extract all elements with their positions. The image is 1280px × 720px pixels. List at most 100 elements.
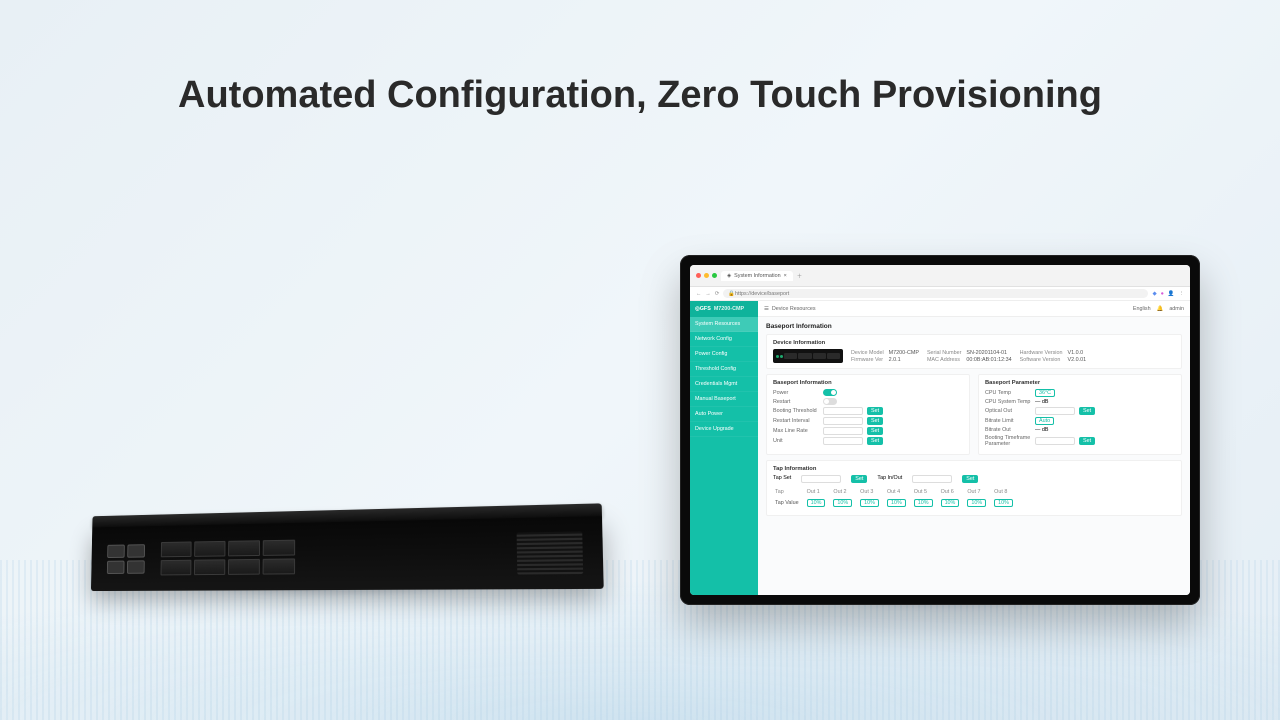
sidebar-item[interactable]: Device Upgrade (690, 422, 758, 437)
table-cell: 10% (887, 498, 912, 508)
panel-heading: Tap Information (773, 466, 1175, 472)
form-row: Max Line RateSet (773, 427, 963, 435)
user-menu[interactable]: admin (1169, 306, 1184, 312)
value-pill: Auto (1035, 417, 1054, 425)
sidebar-item[interactable]: Credentials Mgmt (690, 377, 758, 392)
form-row: Power (773, 389, 963, 396)
set-button[interactable]: Set (867, 437, 883, 445)
sidebar-item[interactable]: Power Config (690, 347, 758, 362)
tap-inout-button[interactable]: Set (962, 475, 978, 483)
tap-inout-label: Tap In/Out (877, 475, 902, 483)
sidebar-nav: ◎ GFS M7200-CMP System ResourcesNetwork … (690, 301, 758, 595)
table-cell: 10% (914, 498, 939, 508)
form-row: Bitrate Out— dB (985, 427, 1175, 433)
nav-reload-icon[interactable]: ⟳ (715, 291, 720, 297)
set-button[interactable]: Set (867, 427, 883, 435)
form-row: Unit Set (773, 437, 963, 445)
sidebar-item[interactable]: Threshold Config (690, 362, 758, 377)
minimize-icon[interactable] (704, 273, 709, 278)
nav-back-icon[interactable]: ← (696, 291, 701, 297)
breadcrumb-root[interactable]: Device Resources (772, 306, 816, 312)
set-button[interactable]: Set (1079, 437, 1095, 445)
set-button[interactable]: Set (867, 407, 883, 415)
text-input[interactable] (823, 427, 863, 435)
tap-value-pill: 10% (860, 499, 879, 507)
baseport-param-panel: Baseport Parameter CPU Temp36°CCPU Syste… (978, 374, 1182, 455)
form-row: Booting Threshold Set (773, 407, 963, 415)
profile-icon[interactable]: 👤 (1168, 291, 1175, 297)
tap-value-pill: 10% (807, 499, 826, 507)
field-label: Unit (773, 438, 819, 444)
form-row: Bitrate LimitAuto (985, 417, 1175, 425)
text-input[interactable] (823, 407, 863, 415)
tab-favicon-icon: ◈ (727, 273, 731, 279)
notification-bell-icon[interactable]: 🔔 (1157, 306, 1164, 312)
toggle-switch[interactable] (823, 398, 837, 405)
table-header: Out 5 (914, 488, 939, 496)
form-row: Optical OutSet (985, 407, 1175, 415)
device-info-heading: Device Information (773, 340, 1175, 346)
form-row: CPU Temp36°C (985, 389, 1175, 397)
brand-text: GFS (700, 306, 711, 312)
extension-icon[interactable]: ● (1161, 291, 1164, 297)
kv-label: Hardware Version (1020, 350, 1063, 356)
tab-close-icon[interactable]: × (784, 273, 787, 279)
tap-set-button[interactable]: Set (851, 475, 867, 483)
new-tab-icon[interactable]: ＋ (797, 272, 802, 280)
table-cell: 10% (994, 498, 1019, 508)
table-cell: 10% (941, 498, 966, 508)
browser-tabstrip: ◈ System Information × ＋ (690, 265, 1190, 287)
value-pill: 36°C (1035, 389, 1055, 397)
kv-value: 2.0.1 (889, 357, 919, 363)
tap-set-input[interactable] (801, 475, 841, 483)
table-cell: 10% (967, 498, 992, 508)
table-header: Out 6 (941, 488, 966, 496)
tap-inout-input[interactable] (912, 475, 952, 483)
close-icon[interactable] (696, 273, 701, 278)
kv-value: SN-20201104-01 (966, 350, 1011, 356)
field-label: Booting Timeframe Parameter (985, 435, 1031, 447)
url-text: https://device/baseport (735, 291, 789, 297)
readonly-value: — dB (1035, 399, 1048, 405)
browser-menu-icon[interactable]: ⋮ (1179, 291, 1184, 297)
brand-logo[interactable]: ◎ GFS M7200-CMP (690, 301, 758, 317)
device-thumbnail (773, 349, 843, 363)
text-input[interactable] (1035, 437, 1075, 445)
sidebar-item[interactable]: Network Config (690, 332, 758, 347)
readonly-value: — dB (1035, 427, 1048, 433)
field-label: Restart (773, 399, 819, 405)
maximize-icon[interactable] (712, 273, 717, 278)
browser-toolbar: ← → ⟳ 🔒 https://device/baseport ◆ ● 👤 ⋮ (690, 287, 1190, 301)
tap-value-pill: 10% (833, 499, 852, 507)
form-row: Restart (773, 398, 963, 405)
field-label: Restart Interval (773, 418, 819, 424)
sidebar-item[interactable]: Auto Power (690, 407, 758, 422)
extension-icon[interactable]: ◆ (1152, 291, 1156, 297)
tap-info-panel: Tap Information Tap Set Set Tap In/Out S… (766, 460, 1182, 516)
kv-value: V1.0.0 (1068, 350, 1087, 356)
set-button[interactable]: Set (867, 417, 883, 425)
lang-switch[interactable]: English (1133, 306, 1151, 312)
nav-forward-icon[interactable]: → (705, 291, 710, 297)
tap-value-pill: 10% (887, 499, 906, 507)
kv-value: 00:0B:AB:01:12:34 (966, 357, 1011, 363)
form-row: Restart Interval Set (773, 417, 963, 425)
sidebar-item[interactable]: System Resources (690, 317, 758, 332)
kv-label: MAC Address (927, 357, 961, 363)
hamburger-icon[interactable]: ☰ (764, 306, 769, 312)
kv-label: Firmware Ver (851, 357, 884, 363)
sidebar-item[interactable]: Manual Baseport (690, 392, 758, 407)
network-switch-device (91, 503, 604, 591)
text-input[interactable] (823, 417, 863, 425)
address-bar[interactable]: 🔒 https://device/baseport (723, 289, 1148, 298)
browser-tab-active[interactable]: ◈ System Information × (721, 271, 793, 281)
set-button[interactable]: Set (1079, 407, 1095, 415)
text-input[interactable] (823, 437, 863, 445)
toggle-switch[interactable] (823, 389, 837, 396)
tap-value-pill: 10% (941, 499, 960, 507)
field-label: Booting Threshold (773, 408, 819, 414)
field-label: Power (773, 390, 819, 396)
text-input[interactable] (1035, 407, 1075, 415)
window-traffic-lights[interactable] (696, 273, 717, 278)
table-cell: 10% (807, 498, 832, 508)
